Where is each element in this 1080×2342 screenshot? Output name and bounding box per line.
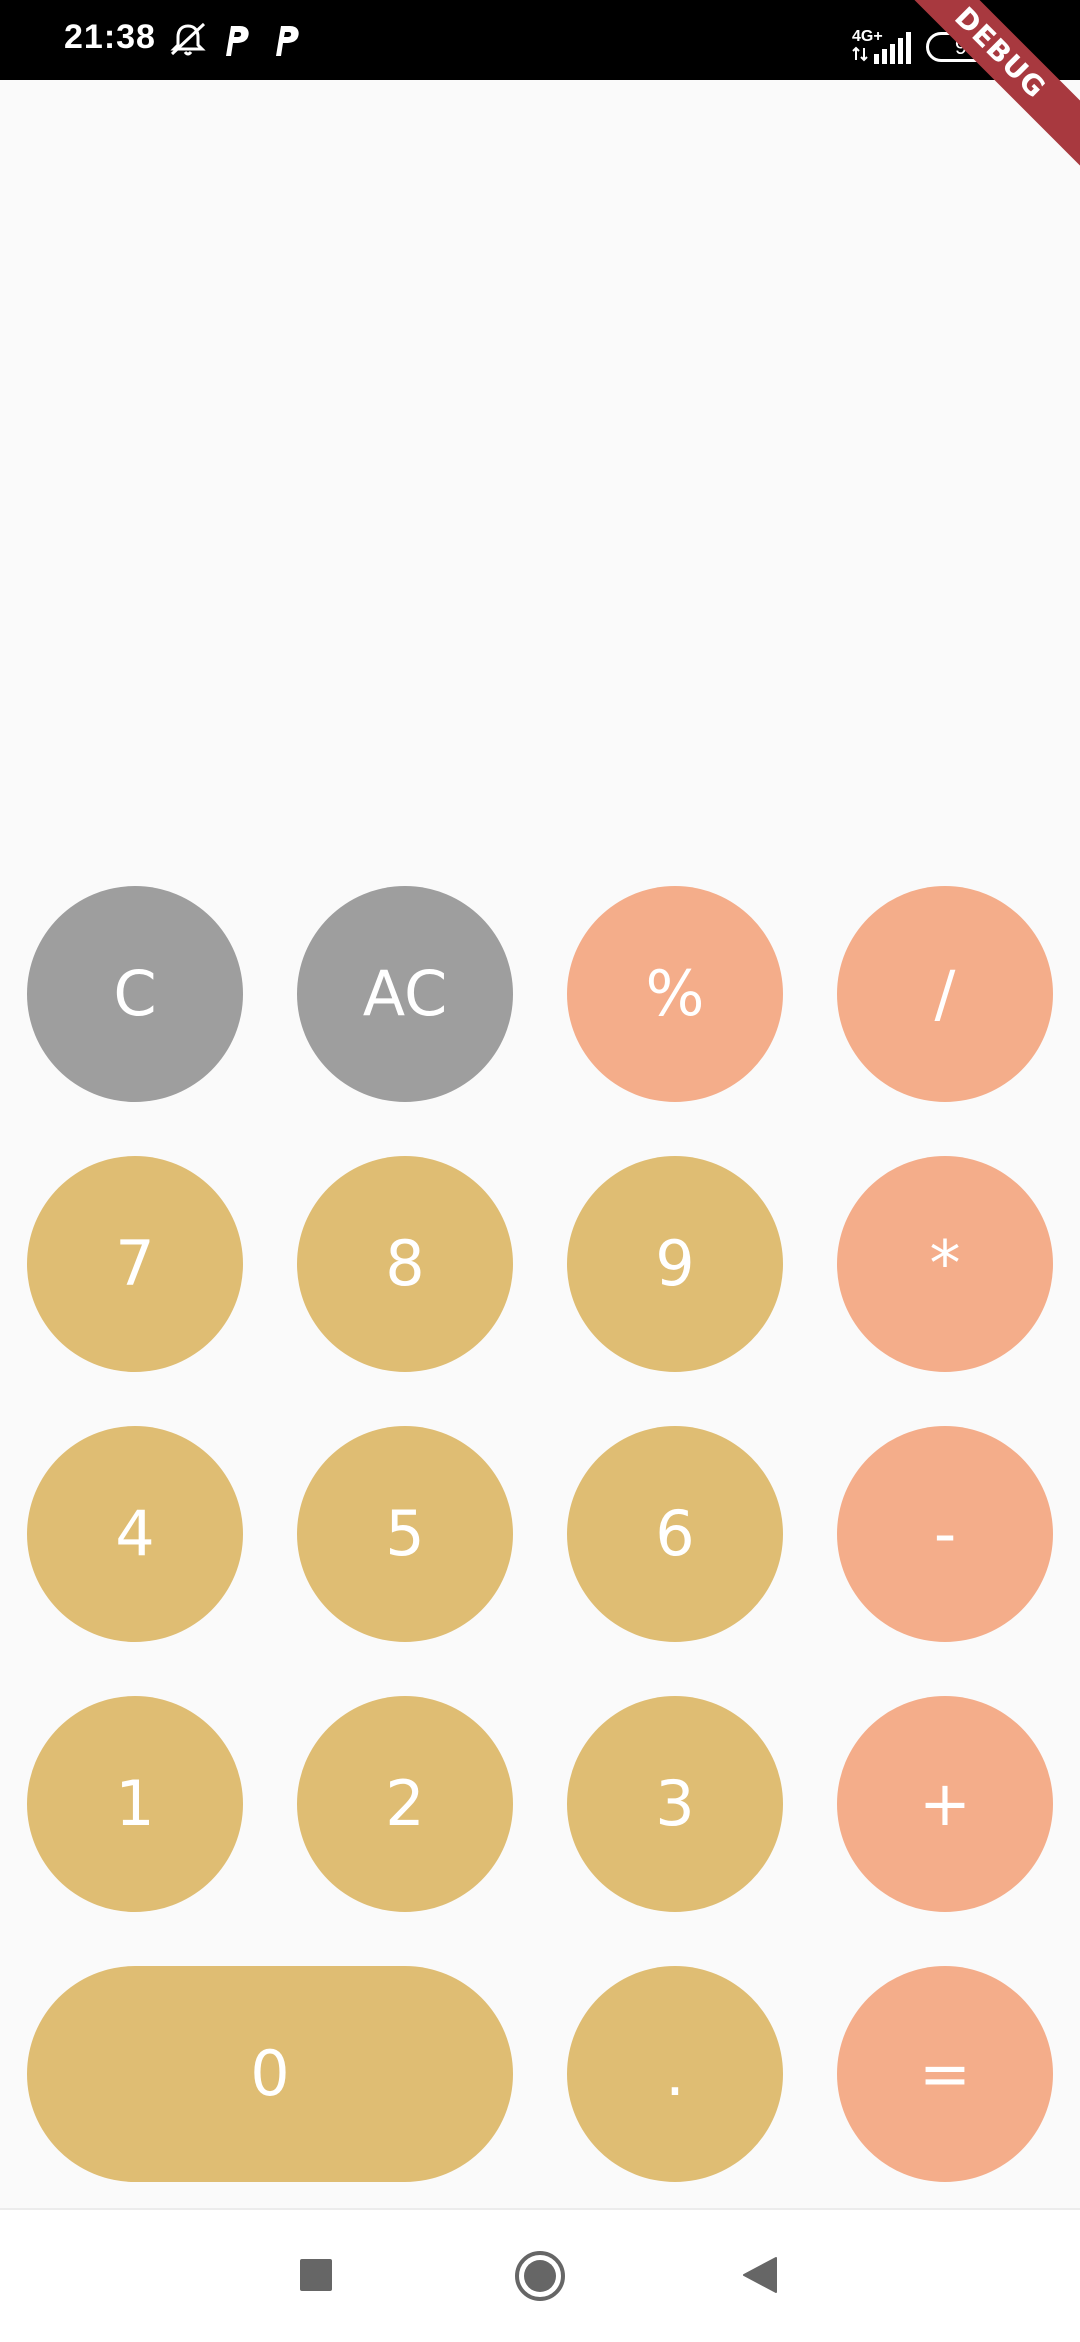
digit-3-button[interactable]: 3 [567, 1696, 783, 1912]
clear-button[interactable]: C [27, 886, 243, 1102]
add-button[interactable]: + [837, 1696, 1053, 1912]
multiply-button[interactable]: * [837, 1156, 1053, 1372]
percent-button[interactable]: % [567, 886, 783, 1102]
digit-5-button[interactable]: 5 [297, 1426, 513, 1642]
back-triangle-icon[interactable] [742, 2256, 778, 2294]
digit-6-button[interactable]: 6 [567, 1426, 783, 1642]
navigation-bar [0, 2208, 1080, 2342]
divide-button[interactable]: / [837, 886, 1053, 1102]
digit-0-button[interactable]: 0 [27, 1966, 513, 2182]
home-circle-icon[interactable] [514, 2250, 566, 2302]
digit-7-button[interactable]: 7 [27, 1156, 243, 1372]
decimal-point-button[interactable]: . [567, 1966, 783, 2182]
equals-button[interactable]: = [837, 1966, 1053, 2182]
recents-square-icon[interactable] [299, 2258, 333, 2292]
calculator-keypad: C AC % / 7 8 9 * 4 5 6 - 1 2 3 + 0 . = [0, 0, 1080, 2340]
digit-2-button[interactable]: 2 [297, 1696, 513, 1912]
digit-8-button[interactable]: 8 [297, 1156, 513, 1372]
digit-1-button[interactable]: 1 [27, 1696, 243, 1912]
digit-4-button[interactable]: 4 [27, 1426, 243, 1642]
digit-9-button[interactable]: 9 [567, 1156, 783, 1372]
subtract-button[interactable]: - [837, 1426, 1053, 1642]
all-clear-button[interactable]: AC [297, 886, 513, 1102]
